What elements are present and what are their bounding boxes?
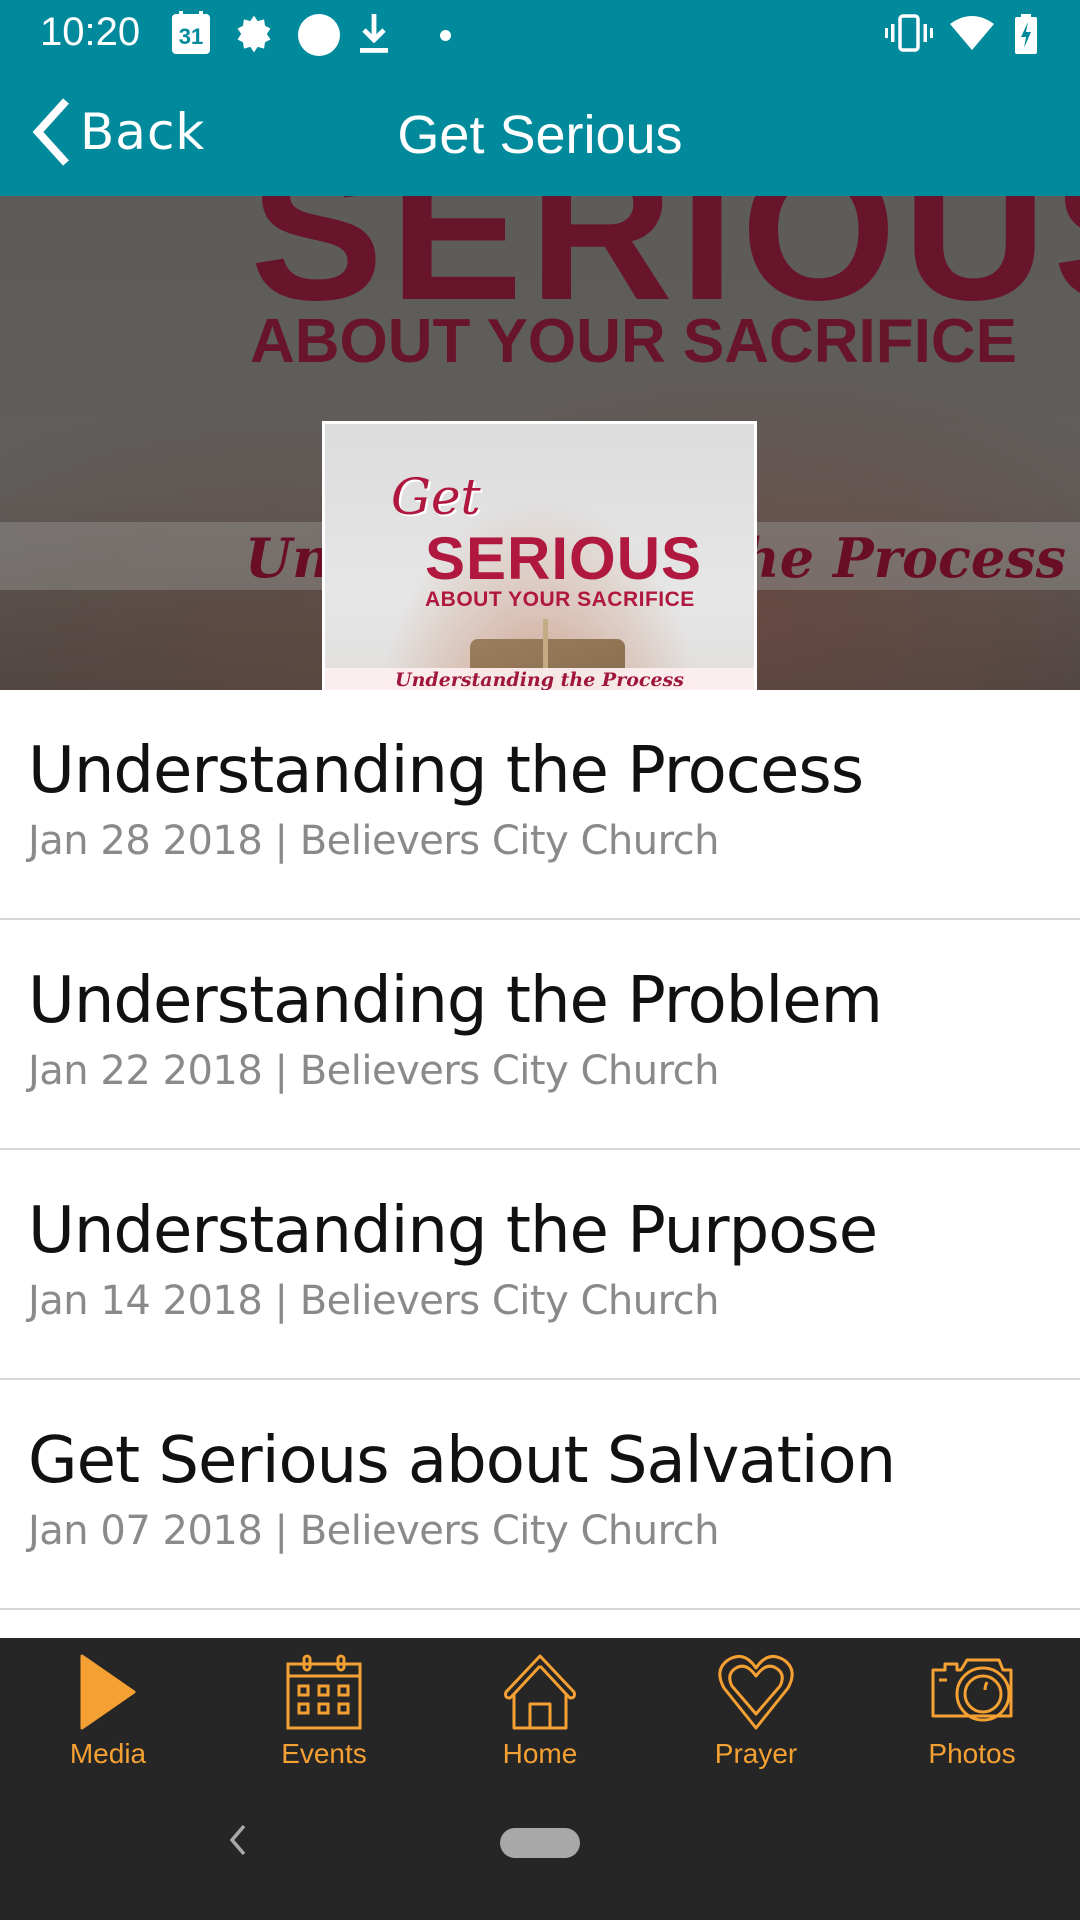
cover-serious-text: SERIOUS xyxy=(425,525,703,592)
sermon-meta: Jan 28 2018 | Believers City Church xyxy=(28,818,720,864)
status-bar: 10:20 31 xyxy=(0,0,1080,68)
gear-icon xyxy=(232,12,276,61)
nav-item-events[interactable]: Events xyxy=(216,1638,432,1790)
system-back-icon[interactable] xyxy=(222,1820,252,1860)
page-title: Get Serious xyxy=(397,105,683,165)
sermon-title: Get Serious about Salvation xyxy=(28,1424,896,1498)
cover-get-text: Get xyxy=(391,468,481,526)
cover-subtitle: Understanding the Process xyxy=(395,669,684,690)
home-icon xyxy=(495,1652,585,1732)
play-icon xyxy=(63,1652,153,1732)
series-banner: SERIOUS ABOUT YOUR SACRIFICE Understandi… xyxy=(0,196,1080,690)
nav-item-photos[interactable]: Photos xyxy=(864,1638,1080,1790)
camera-icon xyxy=(927,1652,1017,1732)
calendar-icon: 31 xyxy=(172,11,210,54)
wifi-icon xyxy=(950,14,994,57)
nav-label: Photos xyxy=(928,1738,1016,1769)
nav-label: Home xyxy=(502,1738,578,1769)
sermon-title: Understanding the Problem xyxy=(28,964,883,1038)
download-icon xyxy=(358,12,390,61)
sermon-list-item[interactable]: Understanding the Process Jan 28 2018 | … xyxy=(0,690,1080,920)
sermon-list-item[interactable]: Understanding the Problem Jan 22 2018 | … xyxy=(0,920,1080,1150)
series-cover-art: Get SERIOUS ABOUT YOUR SACRIFICE Underst… xyxy=(322,421,757,690)
nav-item-media[interactable]: Media xyxy=(0,1638,216,1790)
sermon-list-item[interactable]: Get Serious about Salvation Jan 07 2018 … xyxy=(0,1380,1080,1610)
heart-icon xyxy=(711,1652,801,1732)
system-home-pill[interactable] xyxy=(500,1828,580,1858)
calendar-icon xyxy=(279,1652,369,1732)
sermon-title: Understanding the Purpose xyxy=(28,1194,878,1268)
sermon-title: Understanding the Process xyxy=(28,734,864,808)
sermon-list-item[interactable]: Understanding the Purpose Jan 14 2018 | … xyxy=(0,1150,1080,1380)
circle-icon xyxy=(298,14,340,56)
nav-item-home[interactable]: Home xyxy=(432,1638,648,1790)
sermon-meta: Jan 07 2018 | Believers City Church xyxy=(28,1508,720,1554)
bottom-nav: Media Events Home Prayer Photos xyxy=(0,1638,1080,1790)
sermon-list: Understanding the Process Jan 28 2018 | … xyxy=(0,690,1080,1610)
sermon-meta: Jan 22 2018 | Believers City Church xyxy=(28,1048,720,1094)
nav-label: Events xyxy=(281,1738,367,1769)
nav-label: Media xyxy=(69,1738,147,1769)
cover-about-text: ABOUT YOUR SACRIFICE xyxy=(425,588,695,611)
system-nav-bar xyxy=(0,1790,1080,1920)
sermon-meta: Jan 14 2018 | Believers City Church xyxy=(28,1278,720,1324)
status-time: 10:20 xyxy=(40,10,141,54)
nav-item-prayer[interactable]: Prayer xyxy=(648,1638,864,1790)
vibrate-icon xyxy=(884,14,934,57)
nav-label: Prayer xyxy=(714,1738,798,1769)
battery-charging-icon xyxy=(1015,14,1037,59)
app-bar: Back Get Serious xyxy=(0,68,1080,196)
dot-icon xyxy=(440,30,451,41)
banner-bg-subtitle: ABOUT YOUR SACRIFICE xyxy=(250,307,1018,376)
